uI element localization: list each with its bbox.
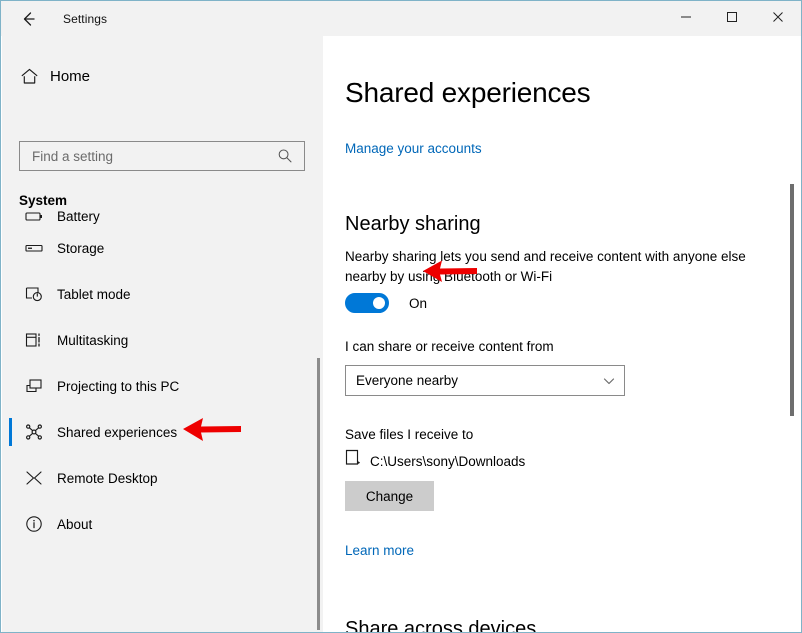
sidebar-item-storage-label: Storage (57, 240, 105, 256)
sidebar-item-projecting-to-this-pc-label: Projecting to this PC (57, 378, 180, 394)
save-files-path-row: C:\Users\sony\Downloads (345, 449, 525, 473)
shared-experiences-icon (19, 422, 49, 442)
sidebar-item-home[interactable]: Home (12, 60, 90, 92)
save-files-path: C:\Users\sony\Downloads (370, 453, 526, 469)
learn-more-link[interactable]: Learn more (345, 543, 414, 558)
storage-icon (19, 238, 49, 258)
share-across-devices-heading: Share across devices (345, 617, 537, 633)
content-scrollbar-track[interactable] (790, 37, 796, 632)
search-icon[interactable] (270, 148, 300, 164)
change-button[interactable]: Change (345, 481, 434, 511)
remote-desktop-icon (19, 468, 49, 488)
content-scrollbar-thumb[interactable] (790, 184, 794, 416)
nearby-sharing-toggle[interactable] (345, 293, 389, 313)
sidebar-item-projecting-to-this-pc[interactable]: Projecting to this PC (2, 363, 323, 409)
save-files-label: Save files I receive to (345, 427, 474, 442)
maximize-icon (727, 12, 737, 22)
sidebar-item-about[interactable]: About (2, 501, 323, 547)
sidebar-item-shared-experiences-label: Shared experiences (57, 424, 178, 440)
info-icon (19, 514, 49, 534)
sidebar-item-tablet-mode-label: Tablet mode (57, 286, 131, 302)
projecting-icon (19, 376, 49, 396)
sidebar-item-multitasking-label: Multitasking (57, 332, 129, 348)
sidebar-scrollbar-thumb[interactable] (317, 358, 320, 630)
sidebar-item-shared-experiences[interactable]: Shared experiences (2, 409, 323, 455)
window-title: Settings (63, 11, 108, 26)
sidebar-nav-list: Battery Storage Tablet mode Multitasking… (2, 211, 323, 632)
battery-icon (19, 211, 49, 225)
multitasking-icon (19, 330, 49, 350)
search-input[interactable] (30, 142, 270, 170)
sidebar-item-remote-desktop[interactable]: Remote Desktop (2, 455, 323, 501)
title-bar: Settings (1, 1, 801, 36)
nearby-sharing-heading: Nearby sharing (345, 212, 481, 235)
sidebar-item-home-label: Home (50, 67, 91, 85)
minimize-button[interactable] (663, 1, 709, 33)
minimize-icon (681, 16, 691, 18)
window-controls (663, 1, 801, 33)
sidebar-scrollbar-track[interactable] (317, 36, 322, 632)
close-button[interactable] (755, 1, 801, 33)
maximize-button[interactable] (709, 1, 755, 33)
main-content: Shared experiences Manage your accounts … (323, 36, 801, 633)
back-button[interactable] (5, 3, 51, 35)
page-title: Shared experiences (345, 76, 591, 108)
sidebar-group-title: System (19, 193, 68, 208)
share-from-label: I can share or receive content from (345, 339, 554, 354)
search-box[interactable] (19, 141, 305, 171)
sidebar-item-battery-label: Battery (57, 211, 100, 224)
toggle-knob (373, 297, 385, 309)
sidebar-item-about-label: About (57, 516, 93, 532)
navigation-sidebar: Home System (2, 36, 324, 632)
share-from-selected-value: Everyone nearby (356, 373, 459, 388)
manage-your-accounts-link[interactable]: Manage your accounts (345, 141, 482, 156)
sidebar-item-multitasking[interactable]: Multitasking (2, 317, 323, 363)
home-icon (12, 67, 46, 86)
nearby-sharing-toggle-state: On (409, 295, 428, 311)
nearby-sharing-toggle-row: On (345, 293, 427, 313)
share-from-dropdown[interactable]: Everyone nearby (345, 365, 625, 396)
sidebar-item-tablet-mode[interactable]: Tablet mode (2, 271, 323, 317)
close-icon (773, 12, 783, 22)
nearby-sharing-description: Nearby sharing lets you send and receive… (345, 249, 746, 284)
settings-window: Settings Home Find a setting System Batt… (0, 0, 802, 633)
back-arrow-icon (18, 9, 38, 29)
sidebar-item-remote-desktop-label: Remote Desktop (57, 470, 158, 486)
sidebar-item-storage[interactable]: Storage (2, 225, 323, 271)
chevron-down-icon (594, 374, 624, 388)
sidebar-item-battery[interactable]: Battery (2, 211, 323, 225)
folder-icon (345, 449, 362, 473)
tablet-mode-icon (19, 284, 49, 304)
